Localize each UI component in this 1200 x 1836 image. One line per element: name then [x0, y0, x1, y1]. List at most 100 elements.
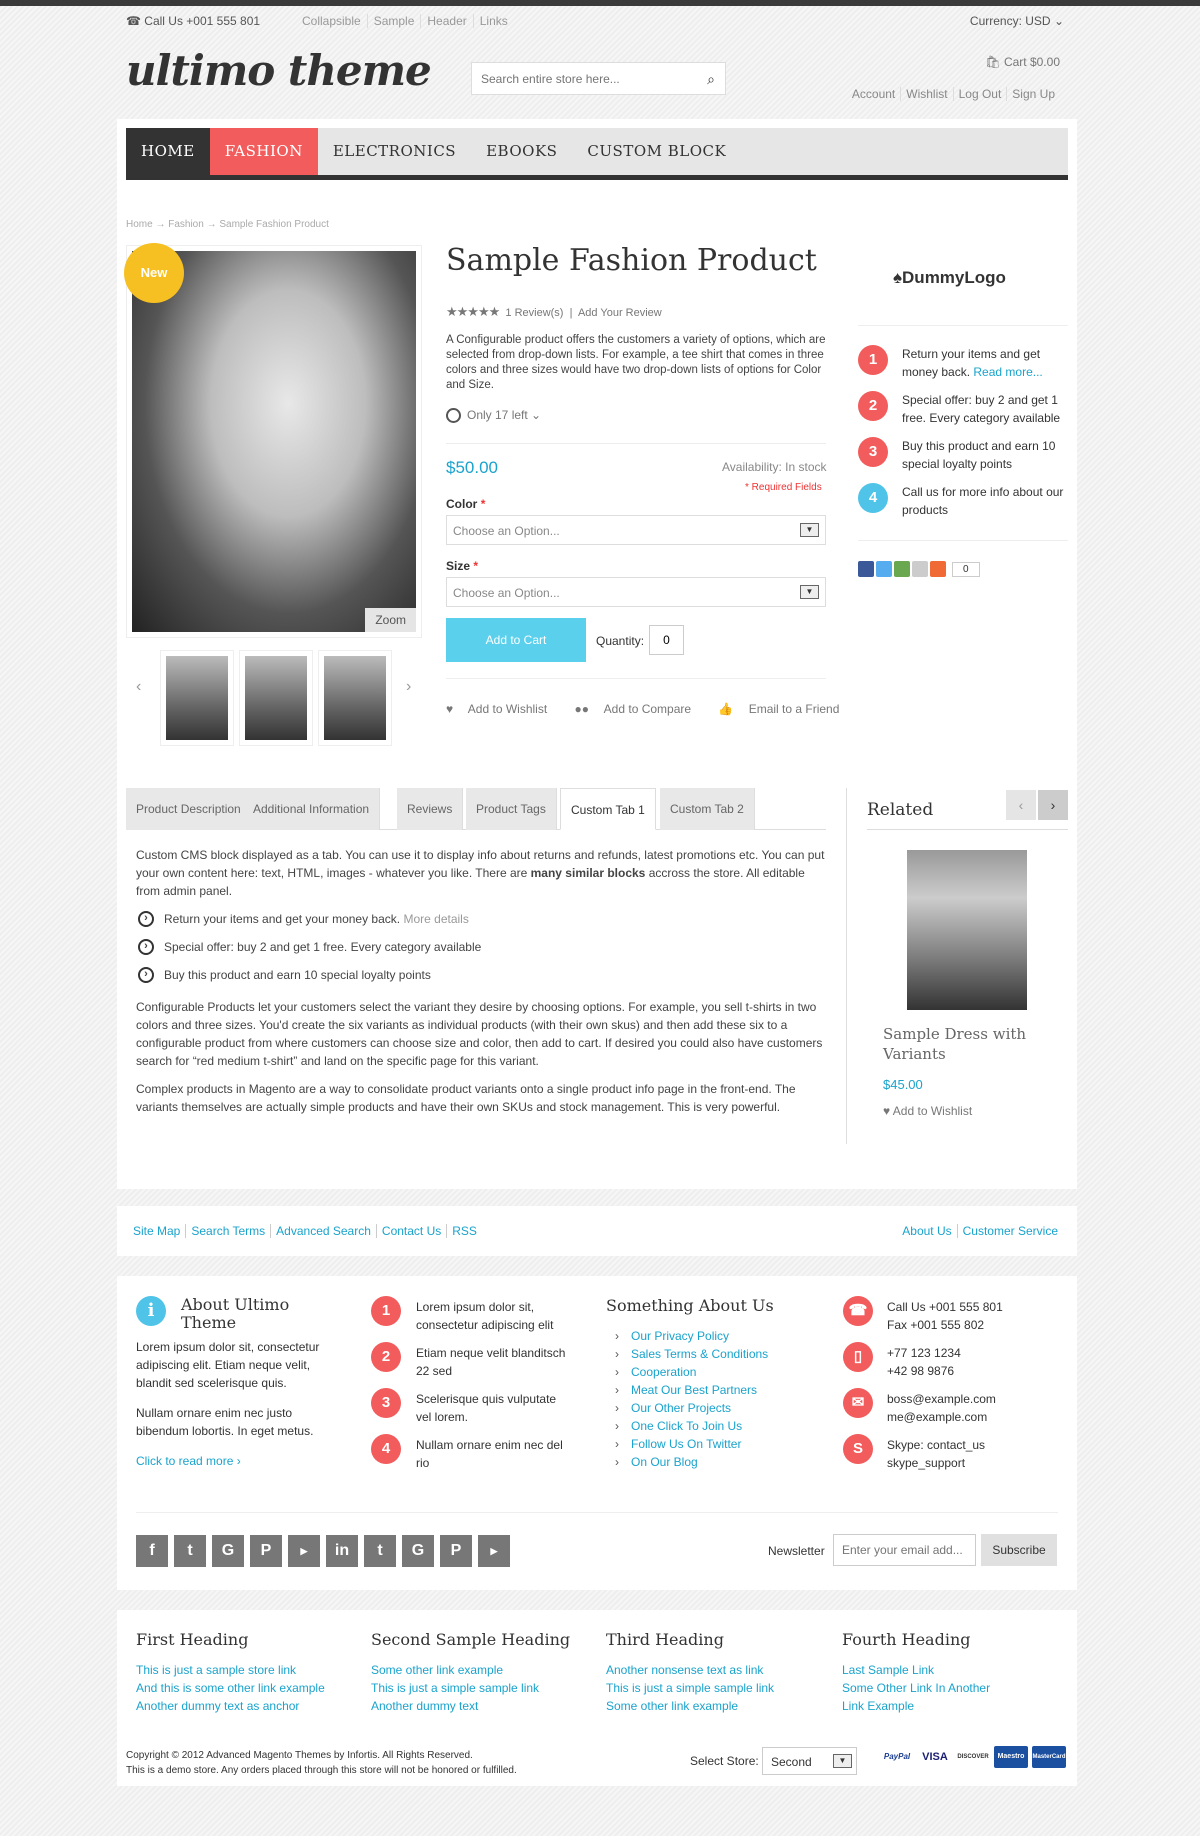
wishlist-link[interactable]: Wishlist: [900, 87, 953, 101]
twitter-icon[interactable]: t: [174, 1535, 206, 1567]
skype-icon: S: [843, 1434, 873, 1464]
logout-link[interactable]: Log Out: [952, 87, 1007, 101]
search-input[interactable]: [472, 63, 682, 94]
thumbnail[interactable]: [239, 650, 313, 746]
add-to-compare-link[interactable]: ●● Add to Compare: [575, 702, 704, 716]
footer-link[interactable]: One Click To Join Us: [615, 1417, 768, 1435]
google-icon[interactable]: [894, 561, 910, 577]
nav-electronics[interactable]: ELECTRONICS: [318, 128, 471, 175]
currency-switcher[interactable]: Currency: USD ⌄: [970, 14, 1064, 28]
account-link[interactable]: Account: [847, 87, 900, 101]
email-icon[interactable]: [912, 561, 928, 577]
discover-icon: DISCOVER: [956, 1746, 990, 1768]
footer-link[interactable]: Customer Service: [956, 1224, 1063, 1238]
maestro-icon: Maestro: [994, 1746, 1028, 1768]
read-more-link[interactable]: Click to read more ›: [136, 1452, 241, 1470]
site-logo[interactable]: ultimo theme: [126, 46, 432, 95]
tab-content: Custom CMS block displayed as a tab. You…: [136, 846, 826, 1126]
footer-link[interactable]: Follow Us On Twitter: [615, 1435, 768, 1453]
footer-link[interactable]: Contact Us: [375, 1224, 447, 1238]
twitter-icon[interactable]: t: [364, 1535, 396, 1567]
breadcrumb[interactable]: Home → Fashion → Sample Fashion Product: [126, 219, 329, 230]
product-title: Sample Fashion Product: [446, 243, 817, 278]
top-link-header[interactable]: Header: [420, 14, 473, 28]
product-image[interactable]: Zoom: [126, 245, 422, 638]
footer-link[interactable]: Meat Our Best Partners: [615, 1381, 768, 1399]
tab-custom-2[interactable]: Custom Tab 2: [660, 788, 755, 830]
plus-share-icon[interactable]: [930, 561, 946, 577]
subscribe-button[interactable]: Subscribe: [981, 1534, 1057, 1566]
read-more-link[interactable]: Read more...: [973, 365, 1042, 379]
google-icon[interactable]: G: [402, 1535, 434, 1567]
linkedin-icon[interactable]: in: [326, 1535, 358, 1567]
footer-link[interactable]: Cooperation: [615, 1363, 768, 1381]
bottom-heading: Second Sample Heading: [371, 1630, 571, 1649]
footer-link[interactable]: On Our Blog: [615, 1453, 768, 1471]
youtube-icon[interactable]: ▶: [288, 1535, 320, 1567]
footer-link[interactable]: Our Privacy Policy: [615, 1327, 768, 1345]
share-buttons: 0: [858, 561, 980, 577]
nav-home[interactable]: HOME: [126, 128, 210, 175]
google-icon[interactable]: G: [212, 1535, 244, 1567]
reviews-link[interactable]: 1 Review(s): [505, 307, 563, 319]
size-select[interactable]: Choose an Option... ▼: [446, 577, 826, 607]
nav-custom-block[interactable]: CUSTOM BLOCK: [572, 128, 741, 175]
tab-paragraph: Custom CMS block displayed as a tab. You…: [136, 848, 825, 898]
add-to-cart-button[interactable]: Add to Cart: [446, 618, 586, 662]
dropdown-arrow-icon: ▼: [800, 523, 819, 537]
related-next-button[interactable]: ›: [1038, 790, 1068, 820]
tab-paragraph: Configurable Products let your customers…: [136, 1000, 823, 1068]
tab-product-tags[interactable]: Product Tags: [466, 788, 557, 830]
facebook-icon[interactable]: [858, 561, 874, 577]
tab-additional-information[interactable]: Additional Information: [243, 788, 381, 830]
top-link-links[interactable]: Links: [472, 14, 514, 28]
footer-link[interactable]: Site Map: [133, 1224, 185, 1238]
chevron-left-icon[interactable]: ‹: [136, 678, 141, 696]
search-icon[interactable]: ⌕: [707, 71, 715, 88]
add-review-link[interactable]: Add Your Review: [578, 307, 662, 319]
related-add-to-wishlist[interactable]: ♥ Add to Wishlist: [883, 1104, 972, 1118]
add-to-wishlist-link[interactable]: ♥ Add to Wishlist: [446, 702, 559, 716]
related-prev-button[interactable]: ‹: [1006, 790, 1036, 820]
nav-fashion[interactable]: FASHION: [209, 128, 318, 175]
chevron-right-icon[interactable]: ›: [406, 678, 411, 696]
newsletter-email-input[interactable]: [833, 1534, 976, 1566]
related-product-image[interactable]: [907, 850, 1027, 1010]
footer-link[interactable]: Our Other Projects: [615, 1399, 768, 1417]
top-link-sample[interactable]: Sample: [366, 14, 421, 28]
number-badge: 4: [858, 483, 888, 513]
quantity-input[interactable]: [649, 625, 684, 655]
footer-link[interactable]: About Us: [897, 1224, 956, 1238]
mini-cart[interactable]: 🛍 Cart $0.00: [985, 55, 1060, 69]
tab-custom-1[interactable]: Custom Tab 1: [560, 788, 656, 830]
pinterest-icon[interactable]: P: [440, 1535, 472, 1567]
youtube-icon[interactable]: ▶: [478, 1535, 510, 1567]
more-details-link[interactable]: More details: [403, 912, 468, 926]
nav-ebooks[interactable]: EBOOKS: [471, 128, 572, 175]
contact-mobile: +77 123 1234 +42 98 9876: [887, 1346, 961, 1378]
twitter-icon[interactable]: [876, 561, 892, 577]
number-badge: 1: [858, 345, 888, 375]
zoom-button[interactable]: Zoom: [365, 608, 416, 632]
thumbnail[interactable]: [318, 650, 392, 746]
dropdown-arrow-icon: ▼: [833, 1754, 852, 1768]
store-select[interactable]: Second ▼: [762, 1747, 857, 1775]
pinterest-icon[interactable]: P: [250, 1535, 282, 1567]
thumbnail-carousel: ‹ ›: [126, 650, 426, 746]
stock-left[interactable]: Only 17 left ⌄: [446, 408, 541, 424]
footer-link[interactable]: Sales Terms & Conditions: [615, 1345, 768, 1363]
footer-link[interactable]: Advanced Search: [270, 1224, 376, 1238]
email-friend-link[interactable]: 👍 Email to a Friend: [718, 702, 851, 716]
signup-link[interactable]: Sign Up: [1006, 87, 1060, 101]
footer-link[interactable]: Search Terms: [185, 1224, 271, 1238]
number-badge: 3: [371, 1388, 401, 1418]
tab-reviews[interactable]: Reviews: [397, 788, 464, 830]
facebook-icon[interactable]: f: [136, 1535, 168, 1567]
tab-product-description[interactable]: Product Description: [126, 788, 252, 830]
related-product-title[interactable]: Sample Dress with Variants: [883, 1024, 1053, 1064]
thumbnail[interactable]: [160, 650, 234, 746]
footer-link[interactable]: RSS: [446, 1224, 482, 1238]
top-link-collapsible[interactable]: Collapsible: [296, 14, 367, 28]
paypal-icon: PayPal: [880, 1746, 914, 1768]
color-select[interactable]: Choose an Option... ▼: [446, 515, 826, 545]
